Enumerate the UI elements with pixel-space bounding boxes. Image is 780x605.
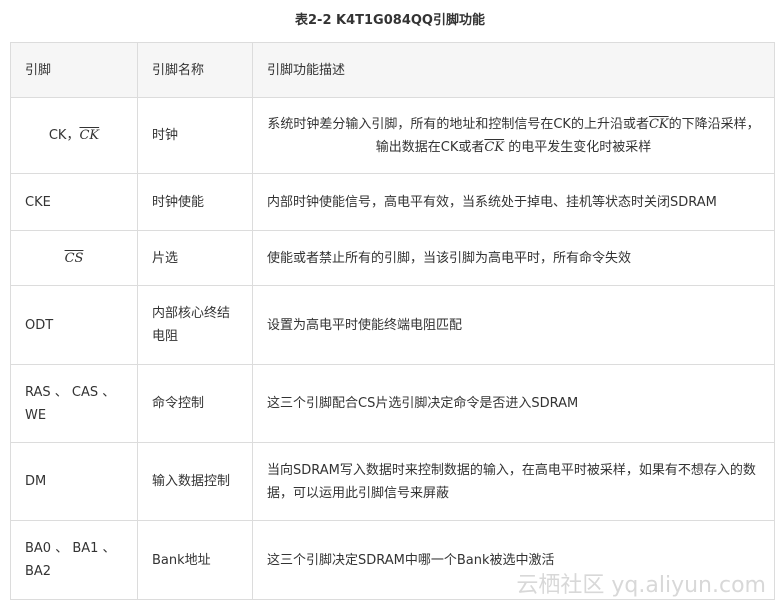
pin-desc-cell: 设置为高电平时使能终端电阻匹配 bbox=[252, 285, 775, 365]
pin-overline-text: CS bbox=[64, 250, 84, 266]
pin-cell: BA0 、 BA1 、 BA2 bbox=[10, 520, 138, 600]
table-row: CK，CK 时钟 系统时钟差分输入引脚，所有的地址和控制信号在CK的上升沿或者C… bbox=[10, 97, 775, 174]
desc-overline-text: CK bbox=[648, 116, 669, 132]
pin-name-cell: 片选 bbox=[137, 230, 253, 286]
table-row: CKE 时钟使能 内部时钟使能信号，高电平有效，当系统处于掉电、挂机等状态时关闭… bbox=[10, 173, 775, 231]
desc-overline-text: CK bbox=[484, 139, 505, 155]
table-row: CS 片选 使能或者禁止所有的引脚，当该引脚为高电平时，所有命令失效 bbox=[10, 230, 775, 286]
pin-desc-cell: 使能或者禁止所有的引脚，当该引脚为高电平时，所有命令失效 bbox=[252, 230, 775, 286]
pin-cell: ODT bbox=[10, 285, 138, 365]
pin-overline-text: CK bbox=[79, 128, 100, 143]
table-header: 引脚 引脚名称 引脚功能描述 bbox=[10, 42, 775, 98]
pin-name-cell: 命令控制 bbox=[137, 364, 253, 443]
pin-desc-cell: 系统时钟差分输入引脚，所有的地址和控制信号在CK的上升沿或者CK的下降沿采样，输… bbox=[252, 97, 775, 174]
header-pin: 引脚 bbox=[10, 42, 138, 98]
table-caption: 表2-2 K4T1G084QQ引脚功能 bbox=[295, 12, 485, 28]
desc-text: 系统时钟差分输入引脚，所有的地址和控制信号在CK的上升沿或者 bbox=[267, 116, 649, 132]
pin-desc-cell: 当向SDRAM写入数据时来控制数据的输入，在高电平时被采样，如果有不想存入的数据… bbox=[252, 442, 775, 521]
watermark: 云栖社区 yq.aliyun.com bbox=[516, 573, 766, 598]
pin-cell: CK，CK bbox=[10, 97, 138, 174]
header-pin-description: 引脚功能描述 bbox=[252, 42, 775, 98]
pin-name-cell: 输入数据控制 bbox=[137, 442, 253, 521]
table-row: RAS 、 CAS 、 WE 命令控制 这三个引脚配合CS片选引脚决定命令是否进… bbox=[10, 364, 775, 443]
pin-cell: CS bbox=[10, 230, 138, 286]
desc-text: 的电平发生变化时被采样 bbox=[504, 139, 652, 155]
pin-name-cell: 时钟使能 bbox=[137, 173, 253, 231]
header-pin-name: 引脚名称 bbox=[137, 42, 253, 98]
pin-name-cell: 时钟 bbox=[137, 97, 253, 174]
pin-cell: CKE bbox=[10, 173, 138, 231]
pin-desc-cell: 这三个引脚配合CS片选引脚决定命令是否进入SDRAM bbox=[252, 364, 775, 443]
pin-function-table: 引脚 引脚名称 引脚功能描述 CK，CK 时钟 系统时钟差分输入引脚，所有的地址… bbox=[10, 42, 775, 600]
pin-name-cell: Bank地址 bbox=[137, 520, 253, 600]
table-row: ODT 内部核心终结电阻 设置为高电平时使能终端电阻匹配 bbox=[10, 285, 775, 365]
pin-cell: DM bbox=[10, 442, 138, 521]
pin-text: CK， bbox=[48, 128, 80, 143]
pin-name-cell: 内部核心终结电阻 bbox=[137, 285, 253, 365]
table-row: DM 输入数据控制 当向SDRAM写入数据时来控制数据的输入，在高电平时被采样，… bbox=[10, 442, 775, 521]
pin-desc-cell: 内部时钟使能信号，高电平有效，当系统处于掉电、挂机等状态时关闭SDRAM bbox=[252, 173, 775, 231]
pin-cell: RAS 、 CAS 、 WE bbox=[10, 364, 138, 443]
